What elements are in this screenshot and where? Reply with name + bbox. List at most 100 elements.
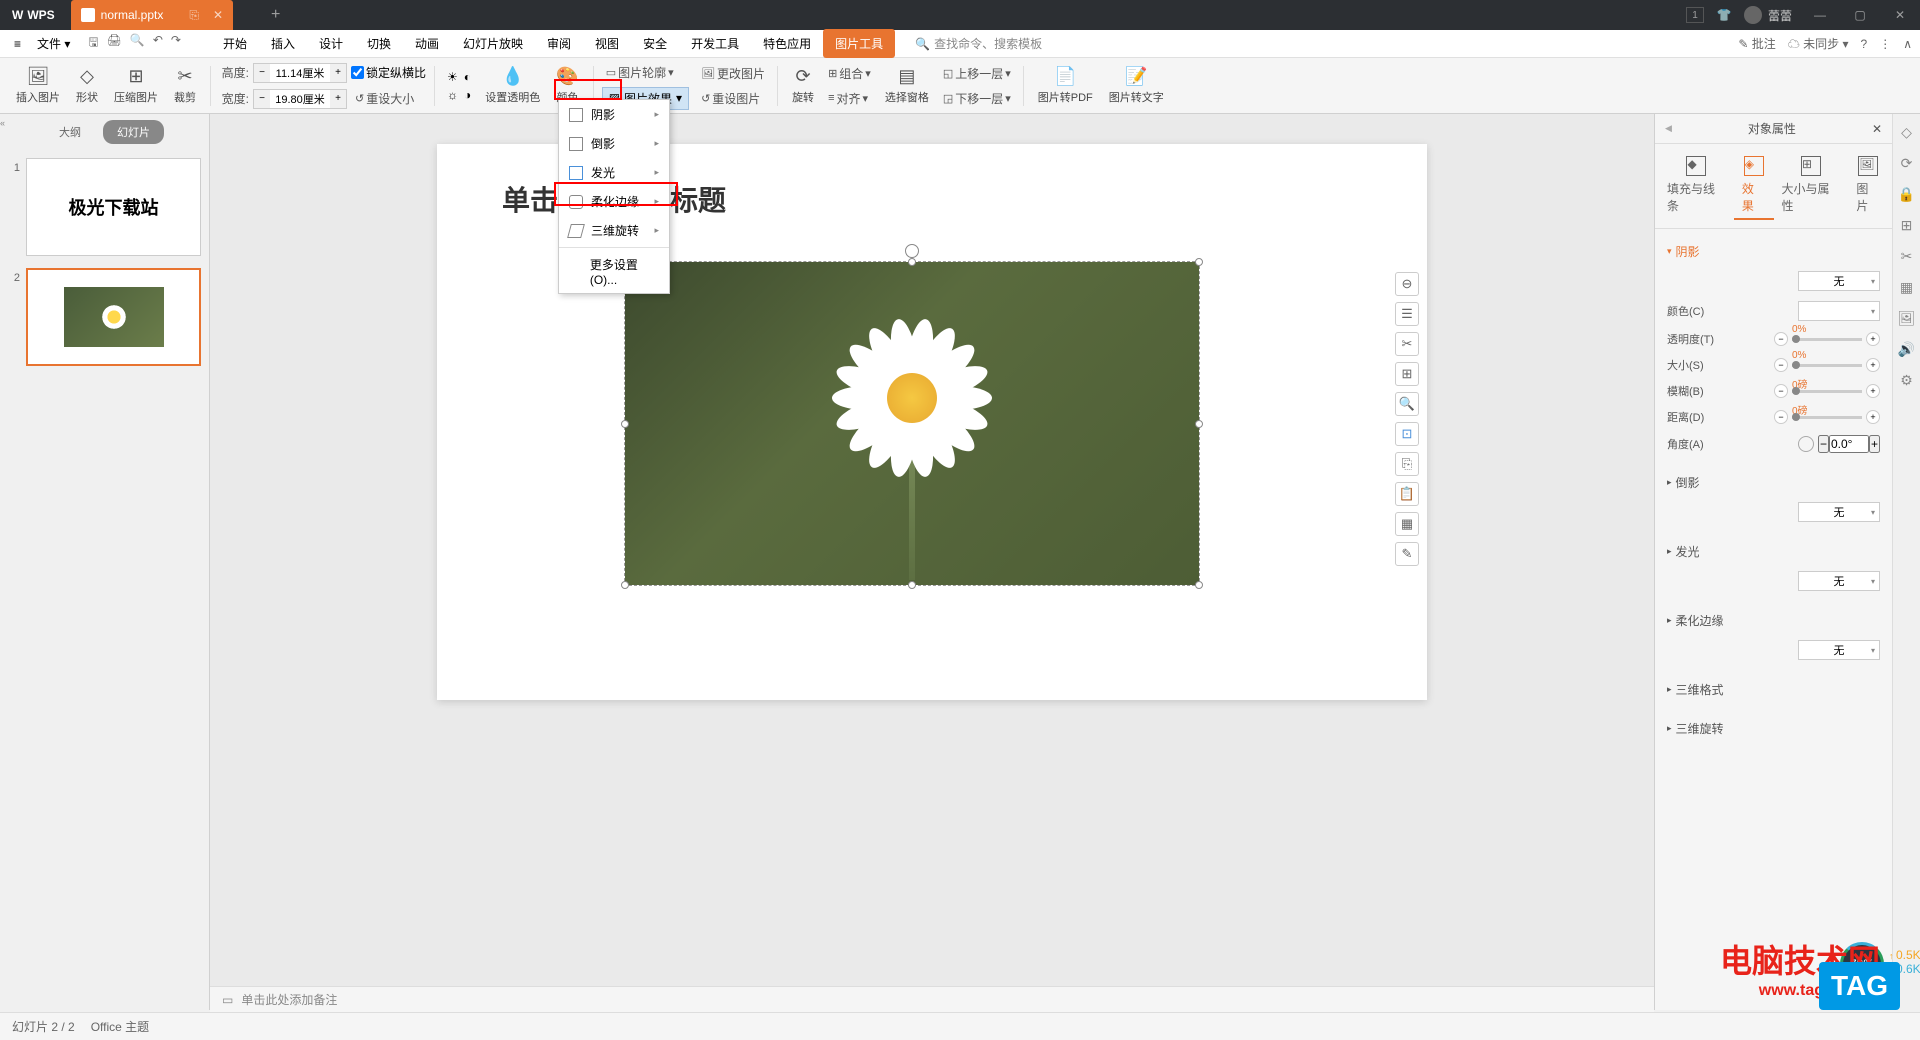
shadow-preset-select[interactable]: 无 xyxy=(1798,271,1880,291)
maximize-button[interactable]: ▢ xyxy=(1840,0,1880,30)
brightness-down-icon[interactable]: ☼ xyxy=(447,88,458,102)
print-icon[interactable]: 🖨 xyxy=(107,33,122,54)
sync-button[interactable]: ☁ 未同步 ▾ xyxy=(1788,35,1849,52)
tab-view[interactable]: 视图 xyxy=(583,29,631,58)
search-box[interactable]: 🔍 查找命令、搜索模板 xyxy=(915,35,1042,52)
rail-icon-2[interactable]: ⟳ xyxy=(1901,155,1913,172)
width-spinner[interactable]: −+ xyxy=(253,89,347,109)
slide-thumb-1[interactable]: 1 极光下载站 xyxy=(8,158,201,256)
group-button[interactable]: ⊞ 组合 ▾ xyxy=(824,63,875,84)
shadow-color-select[interactable] xyxy=(1798,301,1880,321)
tab-insert[interactable]: 插入 xyxy=(259,29,307,58)
reset-picture-button[interactable]: ↺ 重设图片 xyxy=(697,88,769,109)
section-reflection[interactable]: 倒影 xyxy=(1667,468,1880,497)
rail-icon-3[interactable]: 🔒 xyxy=(1898,186,1915,203)
props-tab-size[interactable]: ⊞大小与属性 xyxy=(1774,152,1849,220)
reset-size-button[interactable]: ↺ 重设大小 xyxy=(351,88,418,109)
transparency-slider[interactable]: −0%+ xyxy=(1774,332,1880,346)
save-icon[interactable]: 🖫 xyxy=(88,33,98,54)
close-tab-icon[interactable]: ✕ xyxy=(213,8,223,22)
tab-animation[interactable]: 动画 xyxy=(403,29,451,58)
lock-ratio-checkbox[interactable] xyxy=(351,66,364,79)
float-format[interactable]: ▦ xyxy=(1395,512,1419,536)
section-3d-format[interactable]: 三维格式 xyxy=(1667,675,1880,704)
annotate-button[interactable]: ✎ 批注 xyxy=(1738,35,1775,52)
change-picture-button[interactable]: 🖼 更改图片 xyxy=(697,63,769,84)
rail-icon-1[interactable]: ◇ xyxy=(1901,124,1912,141)
contrast-icon[interactable]: ◐ xyxy=(464,70,471,84)
float-edit[interactable]: ✎ xyxy=(1395,542,1419,566)
section-glow[interactable]: 发光 xyxy=(1667,537,1880,566)
section-shadow[interactable]: 阴影 xyxy=(1667,237,1880,266)
height-spinner[interactable]: −+ xyxy=(253,63,347,83)
rail-icon-5[interactable]: ✂ xyxy=(1901,248,1913,265)
rail-icon-4[interactable]: ⊞ xyxy=(1901,217,1913,234)
section-3d-rotation[interactable]: 三维旋转 xyxy=(1667,714,1880,743)
resize-handle-s[interactable] xyxy=(908,581,916,589)
resize-handle-e[interactable] xyxy=(1195,420,1203,428)
props-tab-fill[interactable]: ◆填充与线条 xyxy=(1659,152,1734,220)
collapse-ribbon-icon[interactable]: ⋮ xyxy=(1879,37,1891,51)
float-select[interactable]: ⊡ xyxy=(1395,422,1419,446)
help-icon[interactable]: ? xyxy=(1861,37,1868,51)
reflection-select[interactable]: 无 xyxy=(1798,502,1880,522)
float-grid[interactable]: ⊞ xyxy=(1395,362,1419,386)
file-menu[interactable]: 文件 ▾ xyxy=(29,31,78,56)
glow-select[interactable]: 无 xyxy=(1798,571,1880,591)
expand-icon[interactable]: ∧ xyxy=(1903,37,1912,51)
document-tab[interactable]: normal.pptx ⎘ ✕ xyxy=(71,0,233,30)
crop-button[interactable]: ✂裁剪 xyxy=(168,61,202,111)
3d-rotation-menu-item[interactable]: 三维旋转▸ xyxy=(559,216,669,245)
tab-review[interactable]: 审阅 xyxy=(535,29,583,58)
props-tab-picture[interactable]: 🖼图片 xyxy=(1848,152,1888,220)
blur-slider[interactable]: −0磅+ xyxy=(1774,384,1880,398)
insert-picture-button[interactable]: 🖼插入图片 xyxy=(10,61,66,111)
selection-pane-button[interactable]: ▤选择窗格 xyxy=(879,61,935,111)
notes-bar[interactable]: ▭ 单击此处添加备注 xyxy=(210,986,1654,1012)
shadow-menu-item[interactable]: 阴影▸ xyxy=(559,100,669,129)
bring-forward-button[interactable]: ◱ 上移一层 ▾ xyxy=(939,63,1015,84)
rail-icon-9[interactable]: ⚙ xyxy=(1900,372,1913,389)
tab-slideshow[interactable]: 幻灯片放映 xyxy=(451,29,535,58)
compress-button[interactable]: ⊞压缩图片 xyxy=(108,61,164,111)
float-search[interactable]: 🔍 xyxy=(1395,392,1419,416)
angle-dial[interactable] xyxy=(1798,436,1814,452)
props-tab-effect[interactable]: ◈效果 xyxy=(1734,152,1774,220)
float-copy[interactable]: ⎘ xyxy=(1395,452,1419,476)
tab-transition[interactable]: 切换 xyxy=(355,29,403,58)
tab-design[interactable]: 设计 xyxy=(307,29,355,58)
shapes-button[interactable]: ◇形状 xyxy=(70,61,104,111)
send-backward-button[interactable]: ◲ 下移一层 ▾ xyxy=(939,88,1015,109)
brightness-icon[interactable]: ☀ xyxy=(447,70,458,84)
selected-image[interactable] xyxy=(624,261,1200,586)
transparency-button[interactable]: 💧设置透明色 xyxy=(479,61,546,111)
pin-icon[interactable]: ⎘ xyxy=(189,8,199,23)
badge-button[interactable]: 1 xyxy=(1686,7,1704,23)
float-layers[interactable]: ☰ xyxy=(1395,302,1419,326)
soft-select[interactable]: 无 xyxy=(1798,640,1880,660)
close-panel-icon[interactable]: ✕ xyxy=(1872,122,1882,136)
more-settings-menu-item[interactable]: 更多设置(O)... xyxy=(559,250,669,293)
tab-home[interactable]: 开始 xyxy=(211,29,259,58)
tab-security[interactable]: 安全 xyxy=(631,29,679,58)
rail-icon-8[interactable]: 🔊 xyxy=(1898,341,1915,358)
align-button[interactable]: ≡ 对齐 ▾ xyxy=(824,88,875,109)
outline-tab[interactable]: 大纲 xyxy=(45,120,95,144)
contrast-down-icon[interactable]: ◑ xyxy=(464,88,471,102)
rotate-button[interactable]: ⟳旋转 xyxy=(786,61,820,111)
minimize-button[interactable]: — xyxy=(1800,0,1840,30)
resize-handle-se[interactable] xyxy=(1195,581,1203,589)
reflection-menu-item[interactable]: 倒影▸ xyxy=(559,129,669,158)
tab-picture-tools[interactable]: 图片工具 xyxy=(823,29,895,58)
distance-slider[interactable]: −0磅+ xyxy=(1774,410,1880,424)
slide-thumb-2[interactable]: 2 xyxy=(8,268,201,366)
resize-handle-n[interactable] xyxy=(908,258,916,266)
resize-handle-sw[interactable] xyxy=(621,581,629,589)
rotate-handle[interactable] xyxy=(905,244,919,258)
resize-handle-w[interactable] xyxy=(621,420,629,428)
section-soft-edges[interactable]: 柔化边缘 xyxy=(1667,606,1880,635)
float-crop[interactable]: ✂ xyxy=(1395,332,1419,356)
resize-handle-ne[interactable] xyxy=(1195,258,1203,266)
rail-icon-7[interactable]: 🖼 xyxy=(1898,310,1916,327)
tab-devtools[interactable]: 开发工具 xyxy=(679,29,751,58)
